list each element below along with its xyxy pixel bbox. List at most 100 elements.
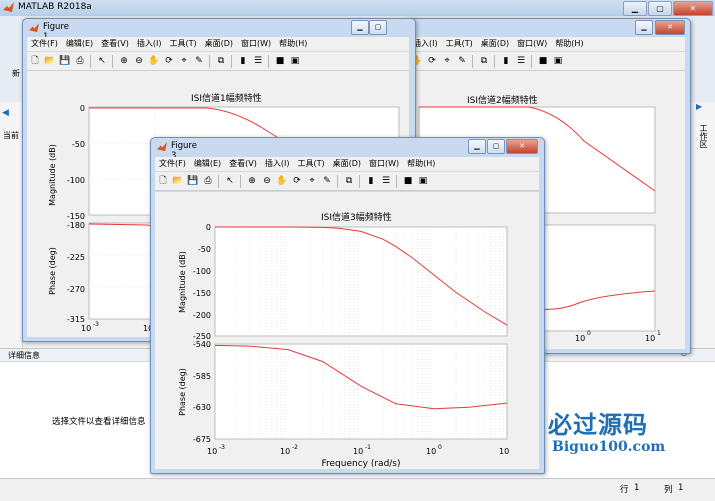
fig2-xtick-0-exp: 0 (587, 330, 591, 337)
link-icon[interactable]: ⧉ (478, 55, 490, 67)
fig1-menu-tools[interactable]: 工具(T) (165, 37, 200, 51)
save-icon[interactable]: 💾 (187, 175, 199, 187)
fig3-phase-tick-0: -540 (193, 340, 211, 349)
brush-icon[interactable]: ✎ (456, 55, 468, 67)
fig3-xtick-1: 10 (280, 447, 290, 456)
rotate-icon[interactable]: ⟳ (163, 55, 175, 67)
legend-icon[interactable]: ☰ (515, 55, 527, 67)
fig2-menu-window[interactable]: 窗口(W) (513, 37, 551, 51)
col-label: 列 (664, 485, 673, 495)
expand-arrow-icon[interactable]: ▶ (696, 102, 702, 111)
zoom-in-icon[interactable]: ⊕ (246, 175, 258, 187)
zoom-out-icon[interactable]: ⊖ (261, 175, 273, 187)
fig3-maximize-button[interactable]: ▢ (487, 139, 505, 154)
colorbar-icon[interactable]: ▮ (237, 55, 249, 67)
fig3-menu-desktop[interactable]: 桌面(D) (329, 157, 365, 171)
show-plot-tools-icon[interactable]: ▣ (289, 55, 301, 67)
save-icon[interactable]: 💾 (59, 55, 71, 67)
fig3-menu-view[interactable]: 查看(V) (225, 157, 261, 171)
pointer-icon[interactable]: ↖ (224, 175, 236, 187)
maximize-button[interactable]: ▢ (648, 1, 672, 16)
current-folder-label: 当前 (3, 131, 19, 140)
show-plot-tools-icon[interactable]: ▣ (552, 55, 564, 67)
col-value: 1 (678, 483, 684, 493)
zoom-out-icon[interactable]: ⊖ (133, 55, 145, 67)
fig2-menu-desktop[interactable]: 桌面(D) (477, 37, 513, 51)
pan-icon[interactable]: ✋ (276, 175, 288, 187)
fig3-minimize-button[interactable]: ▁ (468, 139, 486, 154)
colorbar-icon[interactable]: ▮ (365, 175, 377, 187)
brush-icon[interactable]: ✎ (321, 175, 333, 187)
hide-plot-tools-icon[interactable]: ■ (274, 55, 286, 67)
back-arrow-icon[interactable]: ◀ (2, 108, 9, 118)
fig3-plot-svg: Magnitude (dB) Phase (deg) 0 -50 -100 -1… (178, 223, 509, 469)
link-icon[interactable]: ⧉ (215, 55, 227, 67)
fig1-menu-edit[interactable]: 编辑(E) (62, 37, 97, 51)
fig3-toolbar: 🗋 📂 💾 ⎙ ↖ ⊕ ⊖ ✋ ⟳ ⌖ ✎ ⧉ ▮ ☰ ■ ▣ (155, 172, 539, 191)
fig3-close-button[interactable]: ✕ (506, 139, 538, 154)
link-icon[interactable]: ⧉ (343, 175, 355, 187)
hide-plot-tools-icon[interactable]: ■ (537, 55, 549, 67)
fig3-xtick-0-exp: -3 (219, 444, 225, 451)
legend-icon[interactable]: ☰ (380, 175, 392, 187)
brush-icon[interactable]: ✎ (193, 55, 205, 67)
open-file-icon[interactable]: 📂 (172, 175, 184, 187)
fig3-menu-edit[interactable]: 编辑(E) (190, 157, 225, 171)
fig1-menu-desktop[interactable]: 桌面(D) (201, 37, 237, 51)
fig3-ylabel-phase: Phase (deg) (178, 368, 187, 416)
fig3-menu-help[interactable]: 帮助(H) (403, 157, 439, 171)
fig1-menu-insert[interactable]: 插入(I) (133, 37, 166, 51)
fig1-mag-tick-2: -100 (67, 176, 85, 185)
fig2-menu-tools[interactable]: 工具(T) (442, 37, 477, 51)
colorbar-icon[interactable]: ▮ (500, 55, 512, 67)
fig3-menu-tools[interactable]: 工具(T) (293, 157, 328, 171)
fig1-minimize-button[interactable]: ▁ (351, 20, 369, 35)
hide-plot-tools-icon[interactable]: ■ (402, 175, 414, 187)
pointer-icon[interactable]: ↖ (96, 55, 108, 67)
fig2-xtick-1-exp: 1 (657, 330, 661, 337)
fig2-minimize-button[interactable]: ▁ (635, 20, 653, 35)
fig3-menu-insert[interactable]: 插入(I) (261, 157, 294, 171)
new-figure-icon[interactable]: 🗋 (157, 175, 169, 187)
details-placeholder: 选择文件以查看详细信息 (52, 417, 146, 427)
print-icon[interactable]: ⎙ (202, 175, 214, 187)
fig3-xtick-2-exp: -1 (365, 444, 371, 451)
datacursor-icon[interactable]: ⌖ (178, 55, 190, 67)
fig1-menu-file[interactable]: 文件(F) (27, 37, 62, 51)
fig3-xtick-1-exp: -2 (292, 444, 298, 451)
datacursor-icon[interactable]: ⌖ (441, 55, 453, 67)
fig1-menu-window[interactable]: 窗口(W) (237, 37, 275, 51)
fig2-close-button[interactable]: ✕ (655, 20, 685, 35)
rotate-icon[interactable]: ⟳ (426, 55, 438, 67)
zoom-in-icon[interactable]: ⊕ (118, 55, 130, 67)
rotate-icon[interactable]: ⟳ (291, 175, 303, 187)
fig1-menu-help[interactable]: 帮助(H) (275, 37, 311, 51)
fig3-matlab-icon (157, 142, 167, 152)
watermark-brand: 必过源码 (548, 411, 648, 439)
current-folder-pane: ◀ 当前 (0, 102, 23, 352)
fig1-phase-tick-0: -180 (67, 221, 85, 230)
legend-icon[interactable]: ☰ (252, 55, 264, 67)
figure-3-window[interactable]: Figure 3 ▁ ▢ ✕ 文件(F) 编辑(E) 查看(V) 插入(I) 工具(T)… (150, 137, 545, 474)
new-figure-icon[interactable]: 🗋 (29, 55, 41, 67)
fig1-maximize-button[interactable]: ▢ (369, 20, 387, 35)
fig1-toolbar: 🗋 📂 💾 ⎙ ↖ ⊕ ⊖ ✋ ⟳ ⌖ ✎ ⧉ ▮ ☰ ■ ▣ (27, 52, 409, 71)
open-file-icon[interactable]: 📂 (44, 55, 56, 67)
fig3-phase-axes (214, 343, 508, 440)
fig3-mag-tick-2: -100 (193, 267, 211, 276)
datacursor-icon[interactable]: ⌖ (306, 175, 318, 187)
fig1-menu-view[interactable]: 查看(V) (97, 37, 133, 51)
show-plot-tools-icon[interactable]: ▣ (417, 175, 429, 187)
fig3-ylabel-mag: Magnitude (dB) (178, 251, 187, 313)
workspace-tab[interactable]: 工作区 (698, 124, 709, 148)
fig1-phase-tick-2: -270 (67, 285, 85, 294)
pan-icon[interactable]: ✋ (148, 55, 160, 67)
print-icon[interactable]: ⎙ (74, 55, 86, 67)
fig3-menu-window[interactable]: 窗口(W) (365, 157, 403, 171)
row-label: 行 (620, 485, 629, 495)
minimize-button[interactable]: ▁ (623, 1, 647, 16)
close-button[interactable]: ✕ (673, 1, 713, 16)
status-bar: 行 1 列 1 (0, 478, 715, 501)
fig3-menu-file[interactable]: 文件(F) (155, 157, 190, 171)
fig2-menu-help[interactable]: 帮助(H) (551, 37, 587, 51)
